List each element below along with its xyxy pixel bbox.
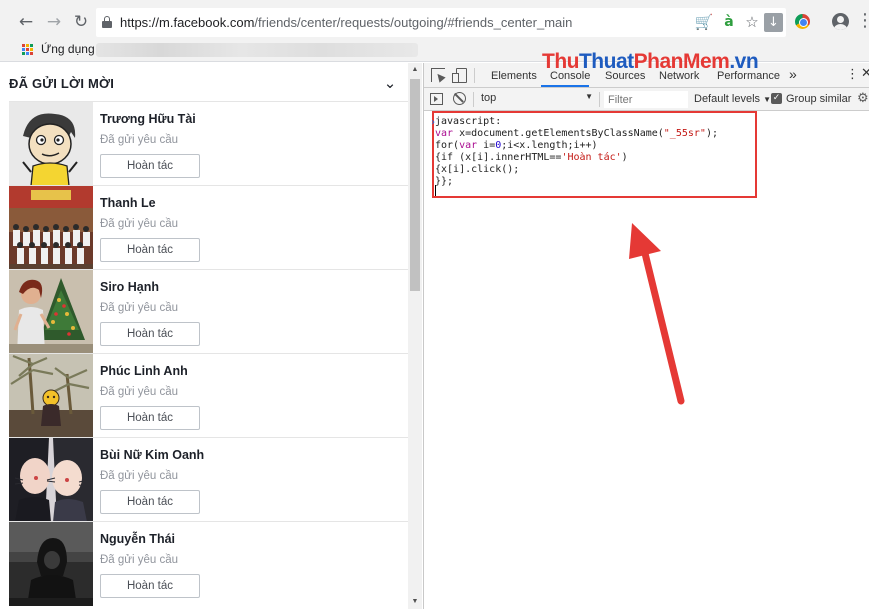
- context-selector[interactable]: top ▼: [481, 92, 593, 107]
- avatar[interactable]: [9, 102, 93, 186]
- friend-name[interactable]: Nguyễn Thái: [100, 532, 175, 546]
- gear-icon[interactable]: ⚙: [857, 92, 869, 106]
- address-bar[interactable]: https://m.facebook.com/friends/center/re…: [96, 8, 786, 37]
- friend-name[interactable]: Siro Hạnh: [100, 280, 159, 294]
- devtools-panel: Elements Console Sources Network Perform…: [424, 50, 869, 609]
- group-similar-label: Group similar: [786, 93, 852, 105]
- more-tabs-icon[interactable]: »: [789, 66, 797, 82]
- request-status: Đã gửi yêu cầu: [100, 302, 179, 314]
- code-line[interactable]: javascript:: [435, 116, 501, 128]
- code-line[interactable]: {if (x[i].innerHTML=='Hoàn tác'): [435, 152, 628, 164]
- lock-icon: [102, 16, 112, 28]
- back-arrow-icon[interactable]: ←: [14, 10, 38, 34]
- undo-request-button[interactable]: Hoàn tác: [100, 490, 200, 514]
- code-line[interactable]: var x=document.getElementsByClassName("_…: [435, 128, 718, 140]
- chrome-extension-icon[interactable]: [795, 14, 810, 29]
- caret-down-icon: ▼: [585, 92, 593, 101]
- reload-icon[interactable]: ↻: [69, 10, 93, 34]
- scroll-down-arrow-icon[interactable]: ▼: [408, 595, 422, 609]
- undo-request-button[interactable]: Hoàn tác: [100, 154, 200, 178]
- avatar[interactable]: [9, 270, 93, 354]
- chevron-down-icon[interactable]: ⌄: [381, 74, 399, 92]
- apps-label[interactable]: Ứng dụng: [41, 42, 95, 56]
- friend-request-item: Thanh Le Đã gửi yêu cầu Hoàn tác: [9, 185, 408, 270]
- scrollbar-thumb[interactable]: [410, 79, 420, 291]
- request-status: Đã gửi yêu cầu: [100, 134, 179, 146]
- url-path: /friends/center/requests/outgoing/#frien…: [254, 15, 573, 30]
- avatar[interactable]: [9, 438, 93, 522]
- request-status: Đã gửi yêu cầu: [100, 386, 179, 398]
- friend-request-item: Bùi Nữ Kim Oanh Đã gửi yêu cầu Hoàn tác: [9, 437, 408, 522]
- bookmark-star-icon[interactable]: ☆: [742, 12, 762, 32]
- close-icon[interactable]: ✕: [861, 66, 869, 81]
- friend-request-item: Trương Hữu Tài Đã gửi yêu cầu Hoàn tác: [9, 101, 408, 186]
- request-status: Đã gửi yêu cầu: [100, 470, 179, 482]
- friend-name[interactable]: Bùi Nữ Kim Oanh: [100, 448, 204, 462]
- code-line[interactable]: {x[i].click();: [435, 164, 519, 176]
- inspect-element-icon[interactable]: [431, 68, 445, 82]
- request-status: Đã gửi yêu cầu: [100, 218, 179, 230]
- devtools-tab-bar: Elements Console Sources Network Perform…: [424, 50, 869, 88]
- devtools-menu-icon[interactable]: ⋮: [846, 67, 859, 82]
- context-value: top: [481, 92, 497, 104]
- text-cursor: [435, 185, 436, 196]
- sent-requests-header[interactable]: ĐÃ GỬI LỜI MỜI ⌄: [0, 63, 408, 101]
- request-status: Đã gửi yêu cầu: [100, 554, 179, 566]
- show-sidebar-icon[interactable]: [430, 93, 443, 105]
- undo-request-button[interactable]: Hoàn tác: [100, 574, 200, 598]
- friend-request-item: Siro Hạnh Đã gửi yêu cầu Hoàn tác: [9, 269, 408, 354]
- undo-request-button[interactable]: Hoàn tác: [100, 322, 200, 346]
- page-scrollbar[interactable]: ▲ ▼: [408, 63, 422, 609]
- code-line[interactable]: for(var i=0;i<x.length;i++): [435, 140, 598, 152]
- clear-console-icon[interactable]: [453, 92, 466, 105]
- avatar[interactable]: [9, 186, 93, 270]
- friend-request-item: Nguyễn Thái Đã gửi yêu cầu Hoàn tác: [9, 521, 408, 606]
- watermark-logo: ThuThuatPhanMem.vn: [542, 50, 759, 73]
- code-line[interactable]: }};: [435, 176, 453, 188]
- group-similar-checkbox[interactable]: ✓: [771, 93, 782, 104]
- device-toolbar-icon[interactable]: [452, 68, 467, 83]
- blurred-bookmarks: [96, 43, 418, 57]
- avatar[interactable]: [9, 354, 93, 438]
- forward-arrow-icon[interactable]: →: [42, 10, 66, 34]
- facebook-page: ĐÃ GỬI LỜI MỜI ⌄ Trương Hữu Tài Đã gửi y…: [0, 63, 424, 609]
- undo-request-button[interactable]: Hoàn tác: [100, 238, 200, 262]
- friend-name[interactable]: Phúc Linh Anh: [100, 364, 188, 378]
- log-levels-dropdown[interactable]: Default levels ▼: [694, 93, 771, 105]
- console-toolbar: top ▼ Default levels ▼ ✓ Group similar ⚙: [424, 88, 869, 111]
- friend-name[interactable]: Thanh Le: [100, 196, 156, 210]
- divider: [599, 92, 600, 107]
- active-tab-indicator: [541, 85, 589, 87]
- friend-request-item: Phúc Linh Anh Đã gửi yêu cầu Hoàn tác: [9, 353, 408, 438]
- cart-extension-icon[interactable]: 🛒: [694, 12, 714, 32]
- divider: [473, 92, 474, 107]
- filter-input[interactable]: [604, 91, 688, 108]
- scroll-up-arrow-icon[interactable]: ▲: [408, 63, 422, 77]
- caret-down-icon: ▼: [763, 95, 772, 104]
- download-icon[interactable]: ↓: [764, 13, 783, 32]
- undo-request-button[interactable]: Hoàn tác: [100, 406, 200, 430]
- console-output[interactable]: › javascript: var x=document.getElements…: [424, 111, 869, 609]
- page-title: ĐÃ GỬI LỜI MỜI: [9, 76, 115, 91]
- friend-name[interactable]: Trương Hữu Tài: [100, 112, 196, 126]
- log-levels-label: Default levels: [694, 93, 761, 105]
- account-icon[interactable]: [832, 13, 849, 30]
- browser-menu-icon[interactable]: ⋮: [856, 11, 869, 31]
- url-text[interactable]: https://m.facebook.com/friends/center/re…: [120, 15, 572, 30]
- apps-grid-icon[interactable]: [22, 44, 33, 55]
- avatar[interactable]: [9, 522, 93, 606]
- divider: [474, 68, 475, 83]
- translate-extension-icon[interactable]: à: [719, 12, 739, 32]
- tab-elements[interactable]: Elements: [491, 70, 537, 82]
- screen: ← → ↻ https://m.facebook.com/friends/cen…: [0, 0, 869, 609]
- url-host: https://m.facebook.com: [120, 15, 255, 30]
